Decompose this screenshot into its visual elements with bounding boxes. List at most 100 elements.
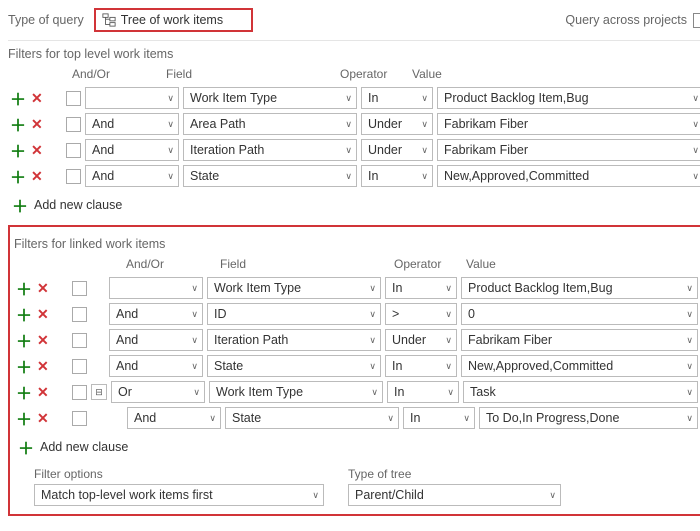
- add-row-button[interactable]: ＋: [10, 112, 26, 136]
- andor-select[interactable]: And∨: [109, 329, 203, 351]
- operator-select[interactable]: Under∨: [385, 329, 457, 351]
- andor-select[interactable]: And∨: [85, 165, 179, 187]
- value-select[interactable]: Fabrikam Fiber∨: [461, 329, 698, 351]
- remove-row-button[interactable]: ✕: [37, 410, 49, 427]
- chevron-down-icon: ∨: [445, 361, 452, 372]
- add-row-button[interactable]: ＋: [16, 302, 32, 326]
- operator-select[interactable]: In∨: [361, 87, 433, 109]
- field-select[interactable]: Iteration Path∨: [183, 139, 357, 161]
- remove-row-button[interactable]: ✕: [31, 168, 43, 185]
- filter-options-select[interactable]: Match top-level work items first∨: [34, 484, 324, 506]
- chevron-down-icon: ∨: [167, 119, 174, 130]
- operator-select[interactable]: Under∨: [361, 139, 433, 161]
- row-checkbox[interactable]: [66, 143, 81, 158]
- row-checkbox[interactable]: [72, 307, 87, 322]
- operator-select[interactable]: >∨: [385, 303, 457, 325]
- plus-icon: ＋: [18, 435, 34, 459]
- add-row-button[interactable]: ＋: [16, 276, 32, 300]
- remove-row-button[interactable]: ✕: [37, 332, 49, 349]
- add-row-button[interactable]: ＋: [16, 406, 32, 430]
- row-checkbox[interactable]: [72, 333, 87, 348]
- chevron-down-icon: ∨: [369, 309, 376, 320]
- row-checkbox[interactable]: [72, 411, 87, 426]
- tree-type-select[interactable]: Parent/Child∨: [348, 484, 561, 506]
- row-checkbox[interactable]: [66, 91, 81, 106]
- add-row-button[interactable]: ＋: [16, 380, 32, 404]
- chevron-down-icon: ∨: [686, 283, 693, 294]
- value-select[interactable]: Fabrikam Fiber∨: [437, 139, 700, 161]
- clause-row: ＋ ✕ ∨ Work Item Type∨In∨Product Backlog Ite…: [8, 85, 700, 111]
- field-select[interactable]: Iteration Path∨: [207, 329, 381, 351]
- chevron-down-icon: ∨: [421, 119, 428, 130]
- add-row-button[interactable]: ＋: [16, 328, 32, 352]
- field-select[interactable]: State∨: [207, 355, 381, 377]
- andor-select[interactable]: ∨: [85, 87, 179, 109]
- value-select[interactable]: 0∨: [461, 303, 698, 325]
- value-select[interactable]: New,Approved,Committed∨: [461, 355, 698, 377]
- row-checkbox[interactable]: [72, 385, 87, 400]
- field-select[interactable]: Work Item Type∨: [207, 277, 381, 299]
- field-select[interactable]: State∨: [183, 165, 357, 187]
- value-select[interactable]: New,Approved,Committed∨: [437, 165, 700, 187]
- group-handle-icon[interactable]: ⊟: [91, 384, 107, 400]
- chevron-down-icon: ∨: [549, 490, 556, 501]
- field-select[interactable]: State∨: [225, 407, 399, 429]
- add-row-button[interactable]: ＋: [10, 164, 26, 188]
- value-select[interactable]: Task∨: [463, 381, 698, 403]
- operator-select[interactable]: In∨: [385, 277, 457, 299]
- chevron-down-icon: ∨: [209, 413, 216, 424]
- chevron-down-icon: ∨: [369, 361, 376, 372]
- add-row-button[interactable]: ＋: [16, 354, 32, 378]
- andor-select[interactable]: ∨: [109, 277, 203, 299]
- andor-select[interactable]: And∨: [85, 139, 179, 161]
- remove-row-button[interactable]: ✕: [37, 306, 49, 323]
- chevron-down-icon: ∨: [686, 361, 693, 372]
- plus-icon: ＋: [12, 193, 28, 217]
- andor-select[interactable]: And∨: [127, 407, 221, 429]
- remove-row-button[interactable]: ✕: [37, 384, 49, 401]
- operator-select[interactable]: Under∨: [361, 113, 433, 135]
- col-value: Value: [412, 67, 700, 81]
- chevron-down-icon: ∨: [692, 171, 699, 182]
- linked-filters-section: Filters for linked work items And/Or Fie…: [8, 225, 700, 516]
- row-checkbox[interactable]: [72, 281, 87, 296]
- chevron-down-icon: ∨: [167, 93, 174, 104]
- field-select[interactable]: Work Item Type∨: [183, 87, 357, 109]
- row-checkbox[interactable]: [66, 117, 81, 132]
- chevron-down-icon: ∨: [686, 387, 693, 398]
- add-clause-linked[interactable]: ＋ Add new clause: [18, 435, 700, 459]
- andor-select[interactable]: Or∨: [111, 381, 205, 403]
- row-checkbox[interactable]: [66, 169, 81, 184]
- add-row-button[interactable]: ＋: [10, 86, 26, 110]
- andor-select[interactable]: And∨: [109, 355, 203, 377]
- operator-select[interactable]: In∨: [385, 355, 457, 377]
- linked-options: Filter options Match top-level work item…: [14, 467, 700, 506]
- remove-row-button[interactable]: ✕: [31, 142, 43, 159]
- field-select[interactable]: Area Path∨: [183, 113, 357, 135]
- query-across-projects-checkbox[interactable]: [693, 13, 700, 28]
- remove-row-button[interactable]: ✕: [31, 90, 43, 107]
- operator-select[interactable]: In∨: [403, 407, 475, 429]
- field-select[interactable]: Work Item Type∨: [209, 381, 383, 403]
- value-select[interactable]: Product Backlog Item,Bug∨: [461, 277, 698, 299]
- add-clause-top[interactable]: ＋ Add new clause: [12, 193, 700, 217]
- remove-row-button[interactable]: ✕: [37, 280, 49, 297]
- chevron-down-icon: ∨: [167, 171, 174, 182]
- andor-select[interactable]: And∨: [109, 303, 203, 325]
- operator-select[interactable]: In∨: [387, 381, 459, 403]
- add-row-button[interactable]: ＋: [10, 138, 26, 162]
- clause-row: ＋ ✕ And∨Iteration Path∨Under∨Fabrikam Fibe…: [14, 327, 700, 353]
- field-select[interactable]: ID∨: [207, 303, 381, 325]
- chevron-down-icon: ∨: [686, 309, 693, 320]
- value-select[interactable]: Product Backlog Item,Bug∨: [437, 87, 700, 109]
- chevron-down-icon: ∨: [191, 361, 198, 372]
- value-select[interactable]: Fabrikam Fiber∨: [437, 113, 700, 135]
- operator-select[interactable]: In∨: [361, 165, 433, 187]
- remove-row-button[interactable]: ✕: [31, 116, 43, 133]
- value-select[interactable]: To Do,In Progress,Done∨: [479, 407, 698, 429]
- row-checkbox[interactable]: [72, 359, 87, 374]
- type-of-query-label: Type of query: [8, 13, 84, 27]
- remove-row-button[interactable]: ✕: [37, 358, 49, 375]
- query-type-selector[interactable]: Tree of work items: [94, 8, 253, 32]
- andor-select[interactable]: And∨: [85, 113, 179, 135]
